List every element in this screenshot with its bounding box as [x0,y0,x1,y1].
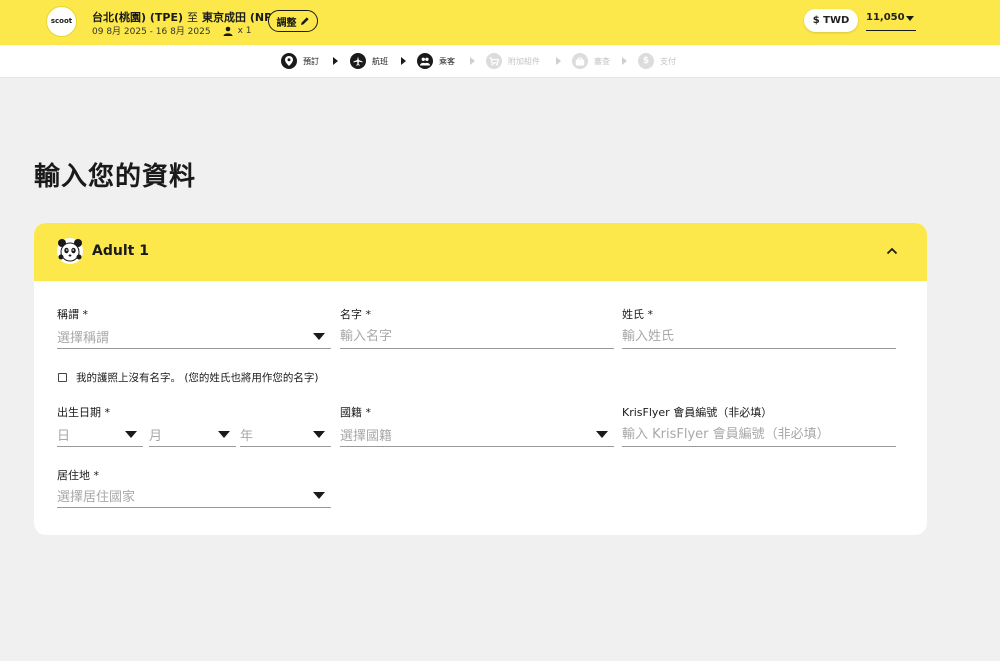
last-name-field: 姓氏 * [622,306,896,349]
dob-day-placeholder: 日 [57,429,71,444]
krisflyer-input[interactable] [622,427,896,442]
chevron-up-icon[interactable] [885,244,899,258]
no-first-name-option[interactable]: 我的護照上沒有名字。 (您的姓氏也將用作您的名字) [58,370,319,385]
edit-trip-button[interactable]: 調整 [268,10,318,32]
cart-icon [486,53,502,69]
route-summary: 台北(桃園) (TPE) 至東京成田 (NRT) [92,9,285,25]
passenger-title: Adult 1 [92,243,149,259]
booking-stepper: 預訂 航班 乘客 附加組件 審查 $ 支付 [0,45,1000,78]
no-first-name-label: 我的護照上沒有名字。 (您的姓氏也將用作您的名字) [76,372,319,384]
nationality-select[interactable]: 選擇國籍 [340,423,614,447]
route-separator: 至 [187,11,199,24]
edit-label: 調整 [276,17,297,29]
chevron-down-icon [313,492,325,499]
passenger-card-header[interactable]: Adult 1 [34,223,927,281]
nationality-placeholder: 選擇國籍 [340,429,393,444]
step-arrow-icon [333,57,338,65]
residence-label: 居住地 * [57,469,99,482]
step-label: 預訂 [303,56,319,66]
salutation-field: 稱謂 * 選擇稱謂 [57,306,331,349]
dob-month-select[interactable]: 月 [149,423,236,447]
krisflyer-label: KrisFlyer 會員編號（非必填） [622,406,773,419]
price-dropdown[interactable]: 11,050 [866,12,916,31]
last-name-input[interactable] [622,329,896,344]
dob-year-select[interactable]: 年 [240,423,331,447]
bag-icon [572,53,588,69]
nationality-label: 國籍 * [340,406,371,419]
dob-label: 出生日期 * [57,406,110,419]
krisflyer-box [622,423,896,447]
first-name-label: 名字 * [340,308,371,321]
step-label: 支付 [660,56,676,66]
dollar-icon: $ [638,53,654,69]
passenger-summary: x 1 [223,26,252,36]
first-name-field: 名字 * [340,306,614,349]
step-booking: 預訂 [281,53,319,69]
residence-field: 居住地 * 選擇居住國家 [57,467,331,508]
panda-avatar-icon [57,238,83,264]
step-payment: $ 支付 [638,53,676,69]
chevron-down-icon [313,431,325,438]
first-name-input[interactable] [340,329,614,344]
residence-select[interactable]: 選擇居住國家 [57,484,331,508]
dob-year-placeholder: 年 [240,429,254,444]
first-name-box [340,325,614,349]
chevron-down-icon [906,16,914,21]
location-pin-icon [281,53,297,69]
plane-icon [350,53,366,69]
total-price: 11,050 [866,12,905,23]
logo-text: scoot [50,17,73,25]
top-header: scoot 台北(桃園) (TPE) 至東京成田 (NRT) 09 8月 2025… [0,0,1000,45]
nationality-field: 國籍 * 選擇國籍 [340,404,614,447]
route-from: 台北(桃園) (TPE) [92,11,184,24]
krisflyer-field: KrisFlyer 會員編號（非必填） [622,404,896,447]
step-flights: 航班 [350,53,388,69]
chevron-down-icon [125,431,137,438]
date-range: 09 8月 2025 - 16 8月 2025 [92,27,211,37]
chevron-down-icon [596,431,608,438]
people-icon [417,53,433,69]
step-review: 審查 [572,53,610,69]
step-arrow-icon [401,57,406,65]
trip-dates: 09 8月 2025 - 16 8月 2025 x 1 [92,24,252,38]
salutation-placeholder: 選擇稱謂 [57,331,110,346]
residence-placeholder: 選擇居住國家 [57,490,136,505]
dob-day-select[interactable]: 日 [57,423,143,447]
salutation-label: 稱謂 * [57,308,88,321]
chevron-down-icon [313,333,325,340]
passenger-card: Adult 1 稱謂 * 選擇稱謂 名字 * 姓氏 * 我的護照上沒有名字。 (… [34,223,927,535]
step-passengers: 乘客 [417,53,455,69]
step-label: 乘客 [439,56,455,66]
step-arrow-icon [556,57,561,65]
step-label: 航班 [372,56,388,66]
step-arrow-icon [470,57,475,65]
dob-month-placeholder: 月 [149,429,163,444]
passenger-count: x 1 [237,25,252,36]
currency-label: $ TWD [812,15,850,26]
step-arrow-icon [622,57,627,65]
dob-field: 出生日期 * 日 月 年 [57,404,331,447]
pencil-icon [300,17,309,25]
no-first-name-checkbox[interactable] [58,373,67,382]
scoot-logo[interactable]: scoot [46,6,77,37]
currency-selector[interactable]: $ TWD [804,9,858,32]
page-title: 輸入您的資料 [34,162,197,192]
last-name-box [622,325,896,349]
person-icon [223,26,233,36]
step-addons: 附加組件 [486,53,540,69]
chevron-down-icon [218,431,230,438]
step-label: 附加組件 [508,56,540,66]
last-name-label: 姓氏 * [622,308,653,321]
salutation-select[interactable]: 選擇稱謂 [57,325,331,349]
step-label: 審查 [594,56,610,66]
